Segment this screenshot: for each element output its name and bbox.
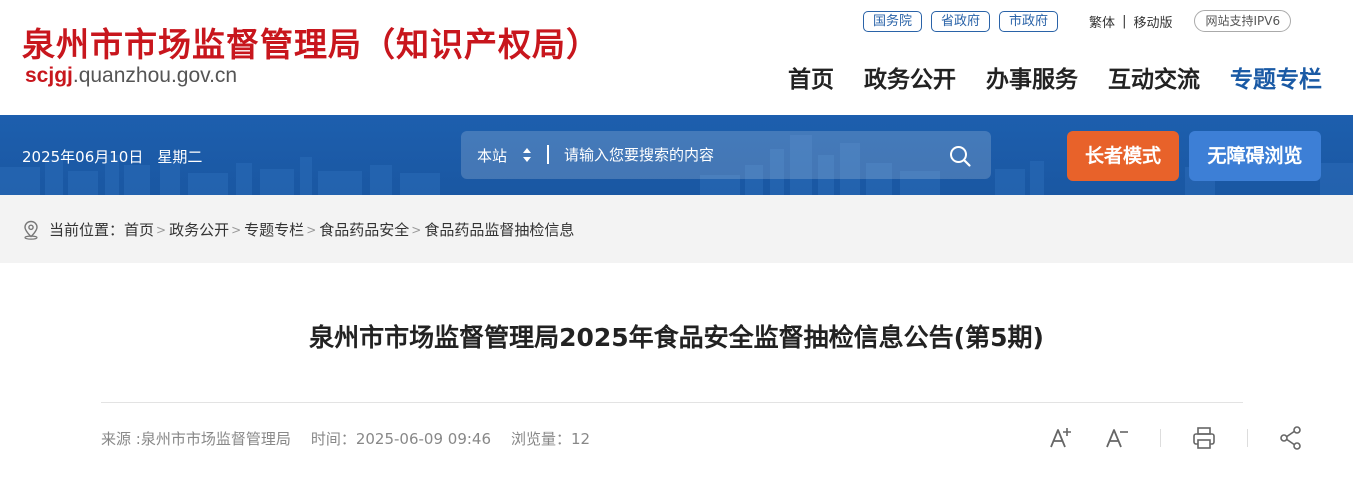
breadcrumb-inspection-info[interactable]: 食品药品监督抽检信息: [424, 219, 574, 240]
main-nav: 首页 政务公开 办事服务 互动交流 专题专栏: [758, 60, 1322, 94]
breadcrumb-bar: 当前位置： 首页 > 政务公开 > 专题专栏 > 食品药品安全 > 食品药品监督…: [0, 195, 1353, 263]
search-box: 本站: [461, 131, 991, 179]
font-decrease-icon[interactable]: [1104, 425, 1130, 451]
breadcrumb-chevron-icon: >: [231, 222, 242, 237]
link-state-council[interactable]: 国务院: [863, 10, 923, 32]
breadcrumb-chevron-icon: >: [411, 222, 422, 237]
breadcrumb-chevron-icon: >: [306, 222, 317, 237]
breadcrumb-chevron-icon: >: [156, 222, 167, 237]
search-scope-select[interactable]: 本站: [477, 145, 507, 166]
ipv6-badge: 网站支持IPV6: [1194, 10, 1292, 32]
sort-arrows-icon[interactable]: [522, 145, 532, 165]
link-provincial-gov[interactable]: 省政府: [931, 10, 991, 32]
top-links-separator: |: [1122, 13, 1127, 29]
elder-mode-button[interactable]: 长者模式: [1067, 131, 1179, 181]
nav-special-topics[interactable]: 专题专栏: [1230, 60, 1322, 94]
site-domain[interactable]: scjgj.quanzhou.gov.cn: [25, 64, 237, 88]
breadcrumb-food-drug-safety[interactable]: 食品药品安全: [319, 219, 409, 240]
search-banner: 2025年06月10日星期二 本站 长者模式 无障碍浏览: [0, 115, 1353, 195]
tools-separator: [1160, 429, 1161, 447]
search-icon[interactable]: [948, 144, 972, 168]
site-domain-red: scjgj: [25, 64, 73, 87]
location-pin-icon: [24, 220, 38, 240]
breadcrumb: 当前位置： 首页 > 政务公开 > 专题专栏 > 食品药品安全 > 食品药品监督…: [22, 219, 574, 240]
print-icon[interactable]: [1191, 425, 1217, 451]
current-date: 2025年06月10日 星期二: [22, 146, 202, 167]
search-input[interactable]: [564, 143, 934, 167]
nav-home[interactable]: 首页: [788, 60, 834, 94]
nav-services[interactable]: 办事服务: [986, 60, 1078, 94]
tools-separator: [1247, 429, 1248, 447]
top-links: 国务院 省政府 市政府 繁体 | 移动版 网站支持IPV6: [863, 10, 1292, 32]
nav-interaction[interactable]: 互动交流: [1108, 60, 1200, 94]
link-mobile-version[interactable]: 移动版: [1133, 12, 1172, 31]
nav-government-affairs[interactable]: 政务公开: [864, 60, 956, 94]
title-divider: [101, 402, 1243, 403]
article-tools: [1048, 425, 1304, 451]
accessible-browsing-button[interactable]: 无障碍浏览: [1189, 131, 1321, 181]
font-increase-icon[interactable]: [1048, 425, 1074, 451]
link-traditional-chinese[interactable]: 繁体: [1089, 12, 1115, 31]
link-city-gov[interactable]: 市政府: [999, 10, 1059, 32]
breadcrumb-special-topics[interactable]: 专题专栏: [244, 219, 304, 240]
site-title[interactable]: 泉州市市场监督管理局（知识产权局）: [22, 18, 600, 66]
article-views: 浏览量：12: [511, 430, 591, 448]
weekday-text: 星期二: [157, 148, 203, 166]
share-icon[interactable]: [1278, 425, 1304, 451]
article-source: 来源 :泉州市市场监督管理局: [101, 430, 291, 448]
article-meta: 来源 :泉州市市场监督管理局 时间：2025-06-09 09:46 浏览量：1…: [101, 428, 610, 449]
breadcrumb-home[interactable]: 首页: [124, 219, 154, 240]
site-header: 泉州市市场监督管理局（知识产权局） scjgj.quanzhou.gov.cn …: [0, 0, 1353, 115]
article-title: 泉州市市场监督管理局2025年食品安全监督抽检信息公告(第5期): [309, 323, 1044, 352]
search-divider: [547, 145, 549, 164]
date-text: 2025年06月10日: [22, 148, 144, 166]
breadcrumb-government-affairs[interactable]: 政务公开: [169, 219, 229, 240]
site-domain-rest: .quanzhou.gov.cn: [72, 64, 238, 87]
article-time: 时间：2025-06-09 09:46: [310, 430, 491, 448]
breadcrumb-prefix: 当前位置：: [49, 221, 125, 239]
